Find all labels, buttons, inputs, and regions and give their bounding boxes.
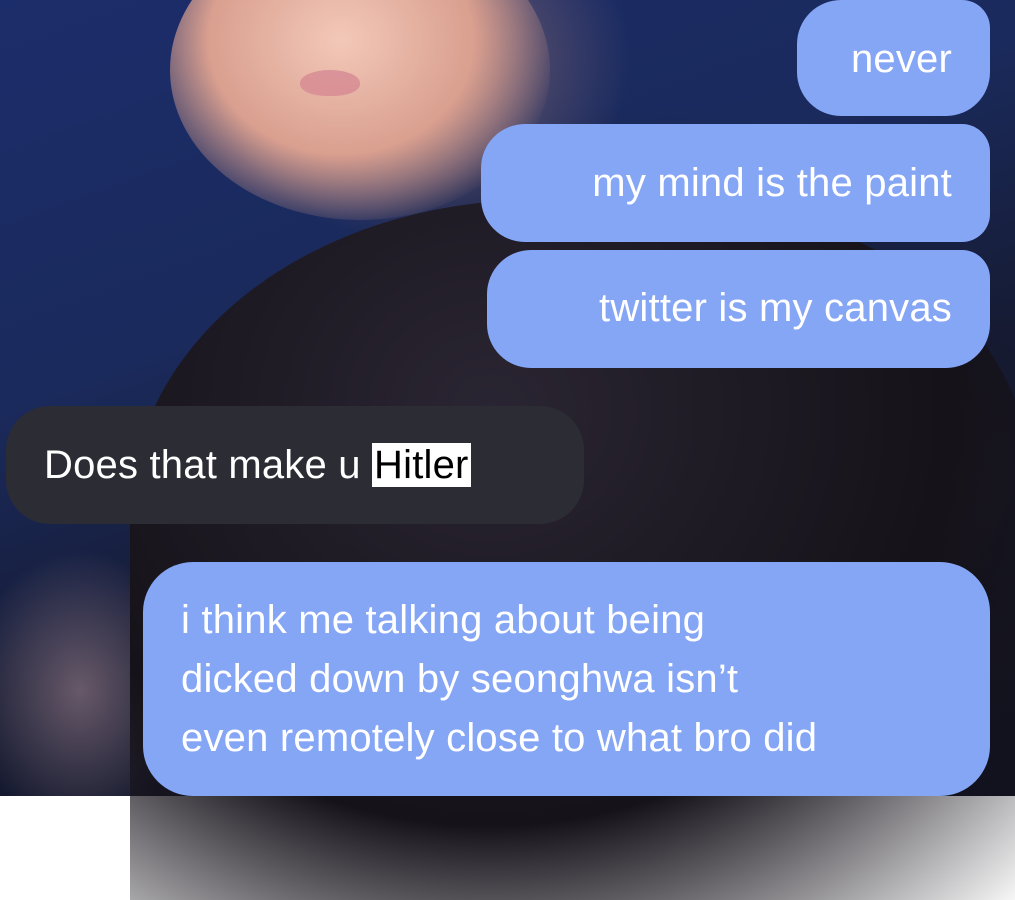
message-bubble-outgoing[interactable]: my mind is the paint xyxy=(481,124,990,242)
message-text: Does that make u xyxy=(44,443,373,487)
wallpaper-lips xyxy=(300,70,360,96)
message-bubble-outgoing[interactable]: i think me talking about being dicked do… xyxy=(143,562,990,796)
highlighted-word: Hitler xyxy=(372,443,471,487)
message-bubble-incoming[interactable]: Does that make u Hitler xyxy=(6,406,584,524)
message-text: twitter is my canvas xyxy=(599,286,952,330)
message-bubble-outgoing[interactable]: twitter is my canvas xyxy=(487,250,990,368)
message-bubble-outgoing[interactable]: never xyxy=(797,0,990,116)
message-text: my mind is the paint xyxy=(592,161,952,205)
message-text-line: even remotely close to what bro did xyxy=(181,716,818,760)
message-text-line: dicked down by seonghwa isn’t xyxy=(181,657,739,701)
message-text: never xyxy=(850,37,952,81)
message-text-line: i think me talking about being xyxy=(181,598,706,642)
